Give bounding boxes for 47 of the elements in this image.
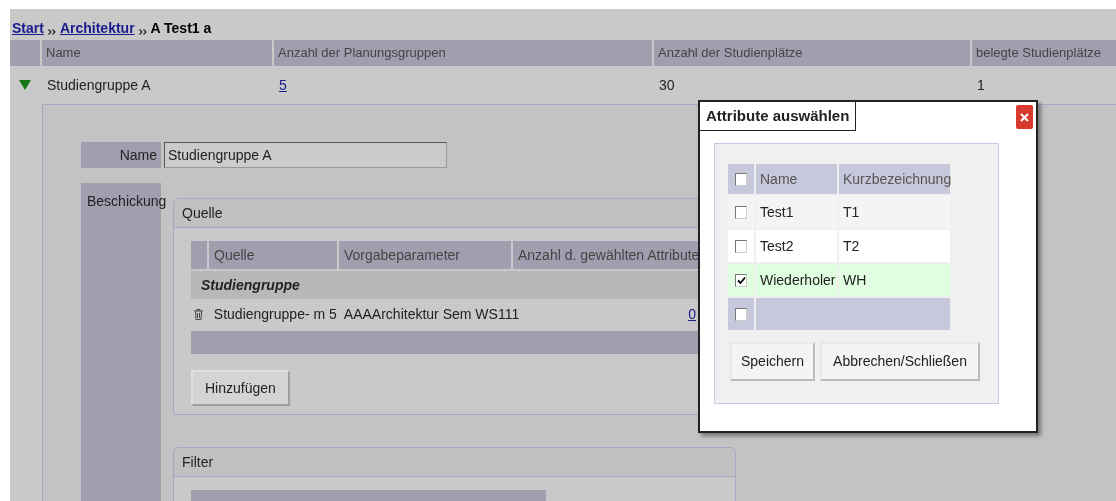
breadcrumb-link[interactable]: Start [12, 18, 44, 39]
trash-icon[interactable] [194, 308, 204, 320]
field-label: Name [81, 142, 161, 168]
panel-title: Filter [182, 454, 214, 470]
field-label: Beschickung [87, 193, 167, 209]
triangle-down-icon[interactable] [19, 80, 31, 90]
table-cell: 30 [659, 76, 675, 93]
column-header: Anzahl der Planungsgruppen [274, 40, 652, 66]
table-cell: 1 [977, 76, 985, 93]
breadcrumb-link[interactable]: Architektur [59, 18, 135, 39]
column-header: Name [42, 40, 272, 66]
double-chevron-icon [47, 29, 56, 35]
table-cell: Wiederholer [756, 264, 837, 296]
column-header: belegte Studienplätze [972, 40, 1116, 66]
checkbox[interactable] [735, 307, 747, 321]
name-input[interactable]: Studiengruppe A [164, 142, 447, 168]
count-link[interactable]: 5 [279, 76, 287, 93]
column-header: Vorgabeparameter [339, 241, 511, 269]
checkbox[interactable] [735, 172, 747, 186]
count-link[interactable]: 0 [688, 305, 696, 322]
table-header [191, 241, 207, 269]
group-heading: Studiengruppe [201, 277, 300, 293]
table-cell: Test1 [756, 196, 837, 228]
panel-title: Quelle [182, 205, 223, 221]
checkbox[interactable] [735, 205, 747, 219]
column-header: Kurzbezeichnung [839, 164, 950, 194]
table-cell: T1 [839, 196, 950, 228]
close-button[interactable] [1016, 105, 1033, 129]
table-cell: Studiengruppe A [47, 76, 151, 93]
add-button[interactable]: Hinzufügen [191, 370, 290, 406]
dialog-button[interactable]: Speichern [730, 342, 815, 381]
column-header: Name [756, 164, 837, 194]
table-cell: Studiengruppe- m 5 [213, 305, 337, 322]
table-cell: WH [839, 264, 950, 296]
column-header: Anzahl der Studienplätze [654, 40, 970, 66]
table-cell: AAAArchitektur Sem WS111 [343, 305, 520, 322]
close-icon [1020, 112, 1029, 122]
dialog-title: Attribute auswählen [700, 102, 857, 131]
dialog-button[interactable]: Abbrechen/Schließen [820, 342, 980, 381]
table-header [10, 40, 40, 66]
breadcrumb-current: A Test1 a [150, 19, 212, 38]
checkbox[interactable] [735, 239, 747, 253]
column-header: Quelle [209, 241, 337, 269]
table-cell: Test2 [756, 230, 837, 262]
checkbox[interactable] [735, 273, 747, 287]
double-chevron-icon [138, 29, 147, 35]
table-cell: T2 [839, 230, 950, 262]
